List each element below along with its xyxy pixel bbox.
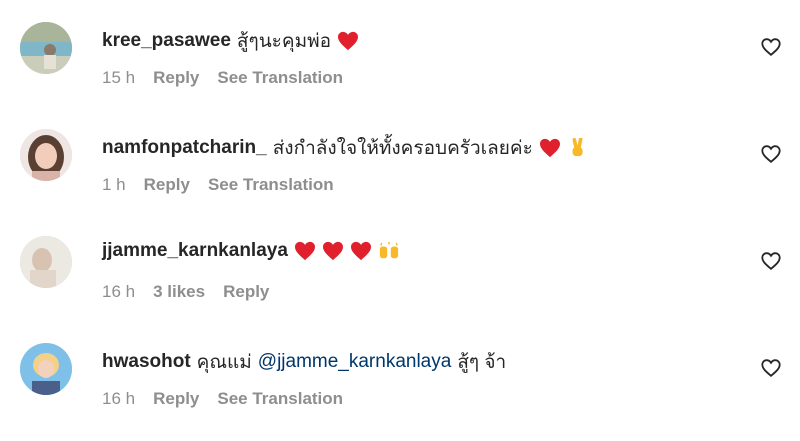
heart-outline-icon	[761, 145, 781, 163]
reply-button[interactable]: Reply	[223, 282, 269, 302]
comment-time: 16 h	[102, 282, 136, 301]
comment-item: hwasohot คุณแม่ @jjamme_karnkanlaya สู้ๆ…	[0, 341, 800, 441]
avatar[interactable]	[20, 129, 72, 181]
like-button[interactable]	[760, 36, 782, 58]
comment-item: kree_pasawee สู้ๆนะคุมพ่อ 15 h Reply See…	[0, 20, 800, 120]
heart-outline-icon	[761, 38, 781, 56]
comment-item: jjamme_karnkanlaya 16 h 3 likes Reply	[0, 234, 800, 334]
avatar[interactable]	[20, 343, 72, 395]
red-heart-emoji	[539, 138, 560, 158]
like-button[interactable]	[760, 250, 782, 272]
heart-outline-icon	[761, 359, 781, 377]
comment-username[interactable]: hwasohot	[102, 351, 191, 373]
comment-text: ส่งกำลังใจให้ทั้งครอบครัวเลยค่ะ	[272, 138, 533, 159]
likes-count[interactable]: 3 likes	[153, 282, 205, 302]
reply-button[interactable]: Reply	[153, 68, 199, 88]
comment-username[interactable]: jjamme_karnkanlaya	[102, 240, 288, 262]
heart-outline-icon	[761, 252, 781, 270]
raising-hands-emoji	[379, 241, 398, 259]
red-heart-emoji	[338, 31, 359, 51]
mention-link[interactable]: @jjamme_karnkanlaya	[258, 351, 452, 373]
comment-item: namfonpatcharin_ ส่งกำลังใจให้ทั้งครอบคร…	[0, 127, 800, 227]
comment-time: 1 h	[102, 175, 126, 194]
comment-time: 16 h	[102, 389, 136, 408]
avatar[interactable]	[20, 22, 72, 74]
comment-username[interactable]: kree_pasawee	[102, 30, 231, 52]
like-button[interactable]	[760, 357, 782, 379]
see-translation-link[interactable]: See Translation	[208, 175, 334, 195]
like-button[interactable]	[760, 143, 782, 165]
red-heart-emoji	[350, 241, 371, 261]
comment-text: สู้ๆ จ้า	[457, 352, 507, 373]
reply-button[interactable]: Reply	[153, 389, 199, 409]
comment-text: คุณแม่	[196, 352, 252, 373]
comment-time: 15 h	[102, 68, 136, 87]
see-translation-link[interactable]: See Translation	[217, 389, 343, 409]
comment-text: สู้ๆนะคุมพ่อ	[236, 31, 332, 52]
red-heart-emoji	[322, 241, 343, 261]
victory-hand-emoji	[572, 138, 583, 157]
red-heart-emoji	[294, 241, 315, 261]
reply-button[interactable]: Reply	[144, 175, 190, 195]
comment-username[interactable]: namfonpatcharin_	[102, 137, 267, 159]
avatar[interactable]	[20, 236, 72, 288]
see-translation-link[interactable]: See Translation	[217, 68, 343, 88]
